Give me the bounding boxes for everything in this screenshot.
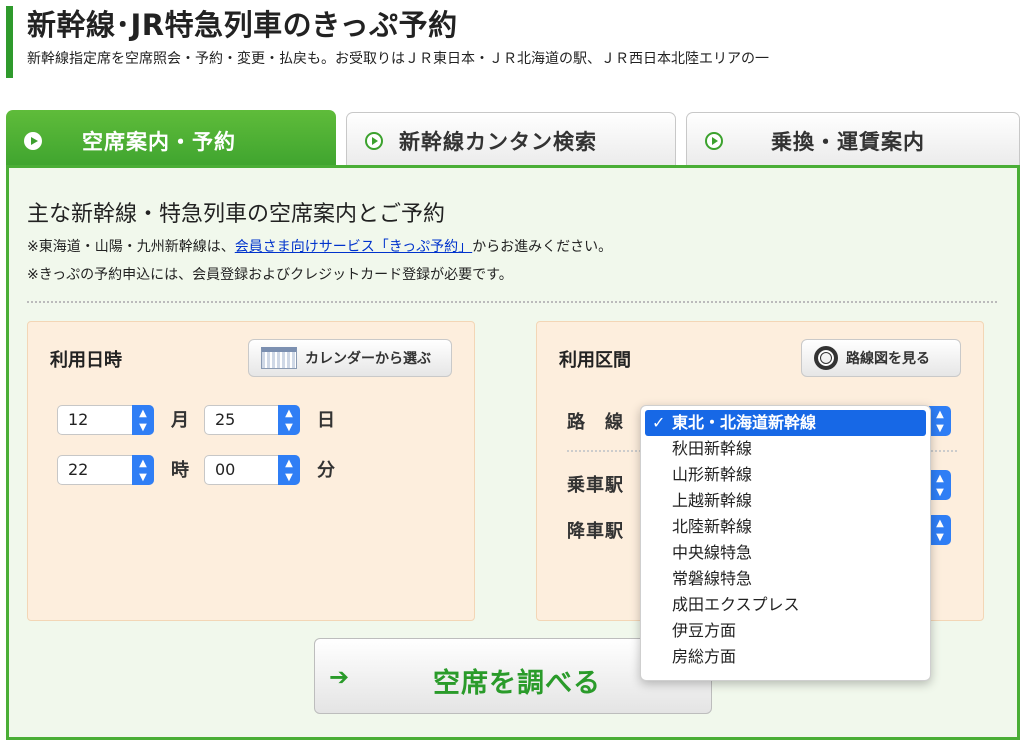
panel-heading: 主な新幹線・特急列車の空席案内とご予約 — [27, 202, 446, 227]
tab-transfer-fare[interactable]: 乗換・運賃案内 — [686, 112, 1020, 168]
line-option[interactable]: 北陸新幹線 — [641, 514, 930, 540]
checkmark-icon: ✓ — [652, 413, 666, 432]
minute-value: 00 — [215, 460, 236, 479]
play-circle-icon — [365, 131, 383, 150]
date-time-box: 利用日時 カレンダーから選ぶ 12 ▲ ▼ 月 25 ▲ ▼ 日 22 ▲ ▼ 時 0… — [27, 321, 475, 621]
page-subtitle: 新幹線指定席を空席照会・予約・変更・払戻も。お受取りはＪＲ東日本・ＪＲ北海道の駅… — [27, 51, 769, 67]
divider — [27, 301, 997, 303]
route-map-icon — [814, 346, 838, 370]
tab-seat-reservation[interactable]: 空席案内・予約 — [6, 110, 336, 172]
note-members: ※東海道・山陽・九州新幹線は、会員さま向けサービス「きっぷ予約」からお進みくださ… — [27, 236, 612, 256]
chevron-updown-icon: ▲ ▼ — [132, 455, 154, 485]
note-registration: ※きっぷの予約申込には、会員登録およびクレジットカード登録が必要です。 — [27, 267, 513, 283]
play-circle-icon — [24, 132, 42, 150]
day-select[interactable]: 25 ▲ ▼ — [204, 405, 300, 435]
month-value: 12 — [68, 410, 89, 429]
calendar-icon — [261, 347, 297, 369]
page-title: 新幹線･JR特急列車のきっぷ予約 — [27, 8, 458, 42]
chevron-updown-icon[interactable]: ▲ ▼ — [929, 406, 951, 436]
line-label: 路 線 — [567, 412, 624, 433]
note-text: ※東海道・山陽・九州新幹線は、 — [27, 239, 235, 255]
line-option[interactable]: 上越新幹線 — [641, 488, 930, 514]
route-heading: 利用区間 — [559, 350, 631, 371]
month-select[interactable]: 12 ▲ ▼ — [57, 405, 154, 435]
line-option[interactable]: 中央線特急 — [641, 540, 930, 566]
hour-select[interactable]: 22 ▲ ▼ — [57, 455, 154, 485]
kippu-yoyaku-link[interactable]: 会員さま向けサービス「きっぷ予約」 — [235, 239, 472, 255]
chevron-updown-icon: ▲ ▼ — [278, 455, 300, 485]
date-time-heading: 利用日時 — [50, 350, 122, 371]
line-option[interactable]: 伊豆方面 — [641, 618, 930, 644]
tab-label: 新幹線カンタン検索 — [399, 129, 597, 154]
boarding-station-label: 乗車駅 — [567, 475, 624, 496]
hour-value: 22 — [68, 460, 89, 479]
chevron-updown-icon[interactable]: ▲ ▼ — [929, 515, 951, 545]
calendar-button-label: カレンダーから選ぶ — [305, 351, 431, 367]
calendar-button[interactable]: カレンダーから選ぶ — [248, 339, 452, 377]
day-unit: 日 — [317, 410, 335, 431]
route-map-button-label: 路線図を見る — [846, 351, 930, 367]
page-header: 新幹線･JR特急列車のきっぷ予約 新幹線指定席を空席照会・予約・変更・払戻も。お… — [6, 6, 1024, 78]
line-option[interactable]: 山形新幹線 — [641, 462, 930, 488]
play-circle-icon — [705, 131, 723, 150]
line-option[interactable]: 常磐線特急 — [641, 566, 930, 592]
line-option-selected[interactable]: ✓ 東北・北海道新幹線 — [645, 410, 926, 436]
chevron-updown-icon: ▲ ▼ — [132, 405, 154, 435]
minute-select[interactable]: 00 ▲ ▼ — [204, 455, 300, 485]
arrow-right-icon: ➔ — [329, 663, 350, 691]
line-dropdown-menu[interactable]: ✓ 東北・北海道新幹線 秋田新幹線 山形新幹線 上越新幹線 北陸新幹線 中央線特… — [640, 405, 931, 681]
tab-label: 空席案内・予約 — [82, 130, 236, 154]
chevron-updown-icon[interactable]: ▲ ▼ — [929, 470, 951, 500]
route-map-button[interactable]: 路線図を見る — [801, 339, 961, 377]
hour-unit: 時 — [171, 460, 189, 481]
alighting-station-label: 降車駅 — [567, 521, 624, 542]
line-option[interactable]: 成田エクスプレス — [641, 592, 930, 618]
month-unit: 月 — [171, 410, 189, 431]
line-option[interactable]: 房総方面 — [641, 644, 930, 670]
line-option[interactable]: 秋田新幹線 — [641, 436, 930, 462]
search-button-label: 空席を調べる — [433, 668, 601, 699]
note-text: からお進みください。 — [472, 239, 613, 255]
line-option-label: 東北・北海道新幹線 — [672, 413, 817, 432]
minute-unit: 分 — [317, 460, 335, 481]
tab-shinkansen-search[interactable]: 新幹線カンタン検索 — [346, 112, 676, 168]
tab-label: 乗換・運賃案内 — [771, 129, 925, 154]
chevron-updown-icon: ▲ ▼ — [278, 405, 300, 435]
day-value: 25 — [215, 410, 236, 429]
